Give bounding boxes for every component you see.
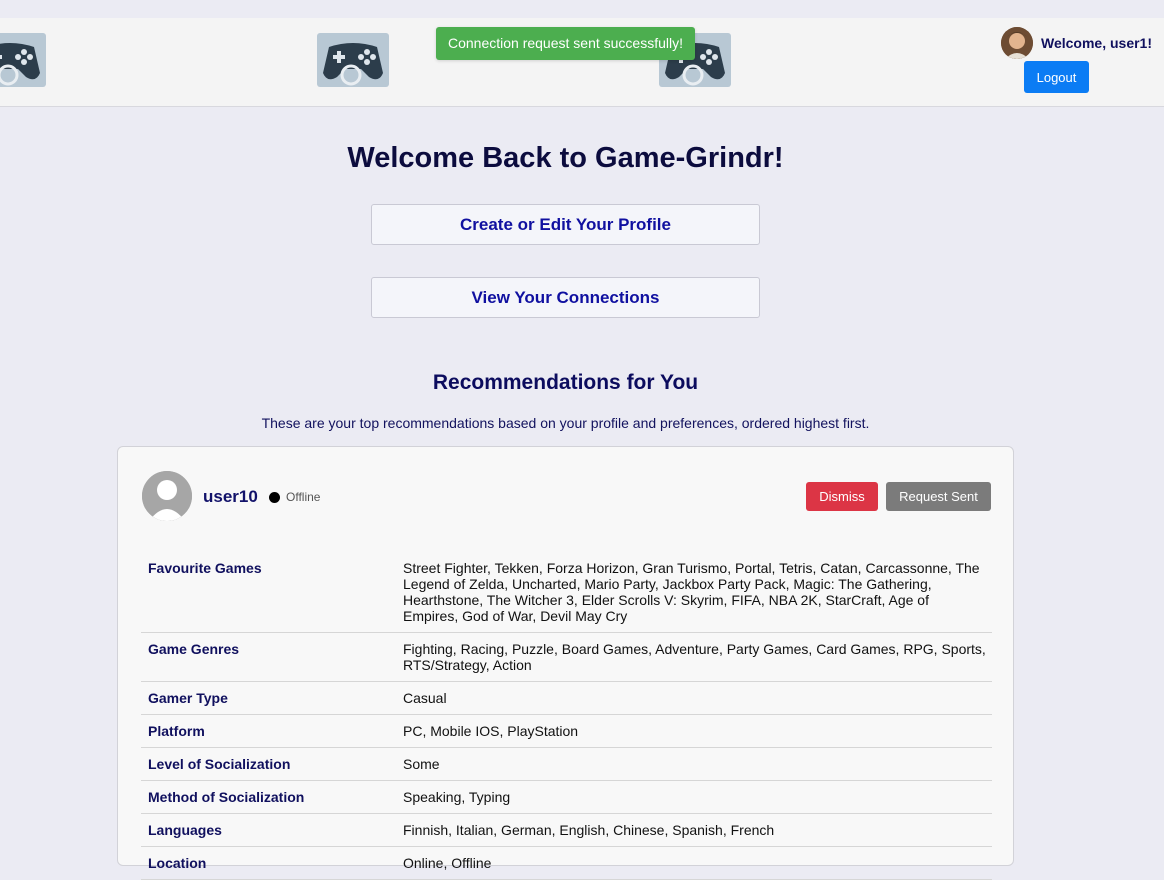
- avatar: [142, 471, 192, 521]
- detail-value: Fighting, Racing, Puzzle, Board Games, A…: [396, 632, 992, 682]
- page-title: Welcome Back to Game-Grindr!: [347, 142, 784, 174]
- detail-value: Some: [396, 747, 992, 781]
- user-avatar[interactable]: [1001, 27, 1033, 59]
- detail-label: Location: [141, 846, 396, 880]
- detail-label: Gamer Type: [141, 681, 396, 715]
- detail-value: PC, Mobile IOS, PlayStation: [396, 714, 992, 748]
- detail-value: Finnish, Italian, German, English, Chine…: [396, 813, 992, 847]
- avatar-photo-icon: [1001, 27, 1033, 59]
- dismiss-button[interactable]: Dismiss: [806, 482, 878, 511]
- profile-details-table: Favourite Games Street Fighter, Tekken, …: [141, 552, 992, 880]
- detail-label: Platform: [141, 714, 396, 748]
- welcome-user-text: Welcome, user1!: [1041, 35, 1153, 51]
- header: Connection request sent successfully! We…: [0, 18, 1164, 107]
- request-sent-button[interactable]: Request Sent: [886, 482, 991, 511]
- table-row: Location Online, Offline: [141, 846, 992, 880]
- recommendations-title: Recommendations for You: [432, 371, 699, 394]
- table-row: Platform PC, Mobile IOS, PlayStation: [141, 714, 992, 748]
- detail-label: Favourite Games: [141, 552, 396, 633]
- table-row: Game Genres Fighting, Racing, Puzzle, Bo…: [141, 632, 992, 682]
- recommendation-card: user10 Offline Dismiss Request Sent Favo…: [117, 446, 1014, 880]
- detail-label: Languages: [141, 813, 396, 847]
- gamepad-logo-icon: [0, 33, 46, 87]
- recommended-username[interactable]: user10: [203, 487, 258, 507]
- detail-label: Level of Socialization: [141, 747, 396, 781]
- view-connections-button[interactable]: View Your Connections: [371, 277, 760, 318]
- detail-value: Casual: [396, 681, 992, 715]
- detail-value: Online, Offline: [396, 846, 992, 880]
- detail-value: Speaking, Typing: [396, 780, 992, 814]
- detail-label: Game Genres: [141, 632, 396, 682]
- detail-label: Method of Socialization: [141, 780, 396, 814]
- status-text: Offline: [286, 490, 321, 504]
- success-toast: Connection request sent successfully!: [436, 27, 695, 60]
- top-strip: [0, 0, 1164, 18]
- default-avatar-icon: [142, 471, 192, 521]
- table-row: Gamer Type Casual: [141, 681, 992, 715]
- table-row: Favourite Games Street Fighter, Tekken, …: [141, 552, 992, 633]
- table-row: Method of Socialization Speaking, Typing: [141, 780, 992, 814]
- recommendations-subtitle: These are your top recommendations based…: [261, 415, 870, 431]
- detail-value: Street Fighter, Tekken, Forza Horizon, G…: [396, 552, 992, 633]
- table-row: Level of Socialization Some: [141, 747, 992, 781]
- logout-button[interactable]: Logout: [1024, 61, 1089, 93]
- create-profile-button[interactable]: Create or Edit Your Profile: [371, 204, 760, 245]
- status-dot-icon: [269, 492, 280, 503]
- table-row: Languages Finnish, Italian, German, Engl…: [141, 813, 992, 847]
- gamepad-logo-icon: [317, 33, 389, 87]
